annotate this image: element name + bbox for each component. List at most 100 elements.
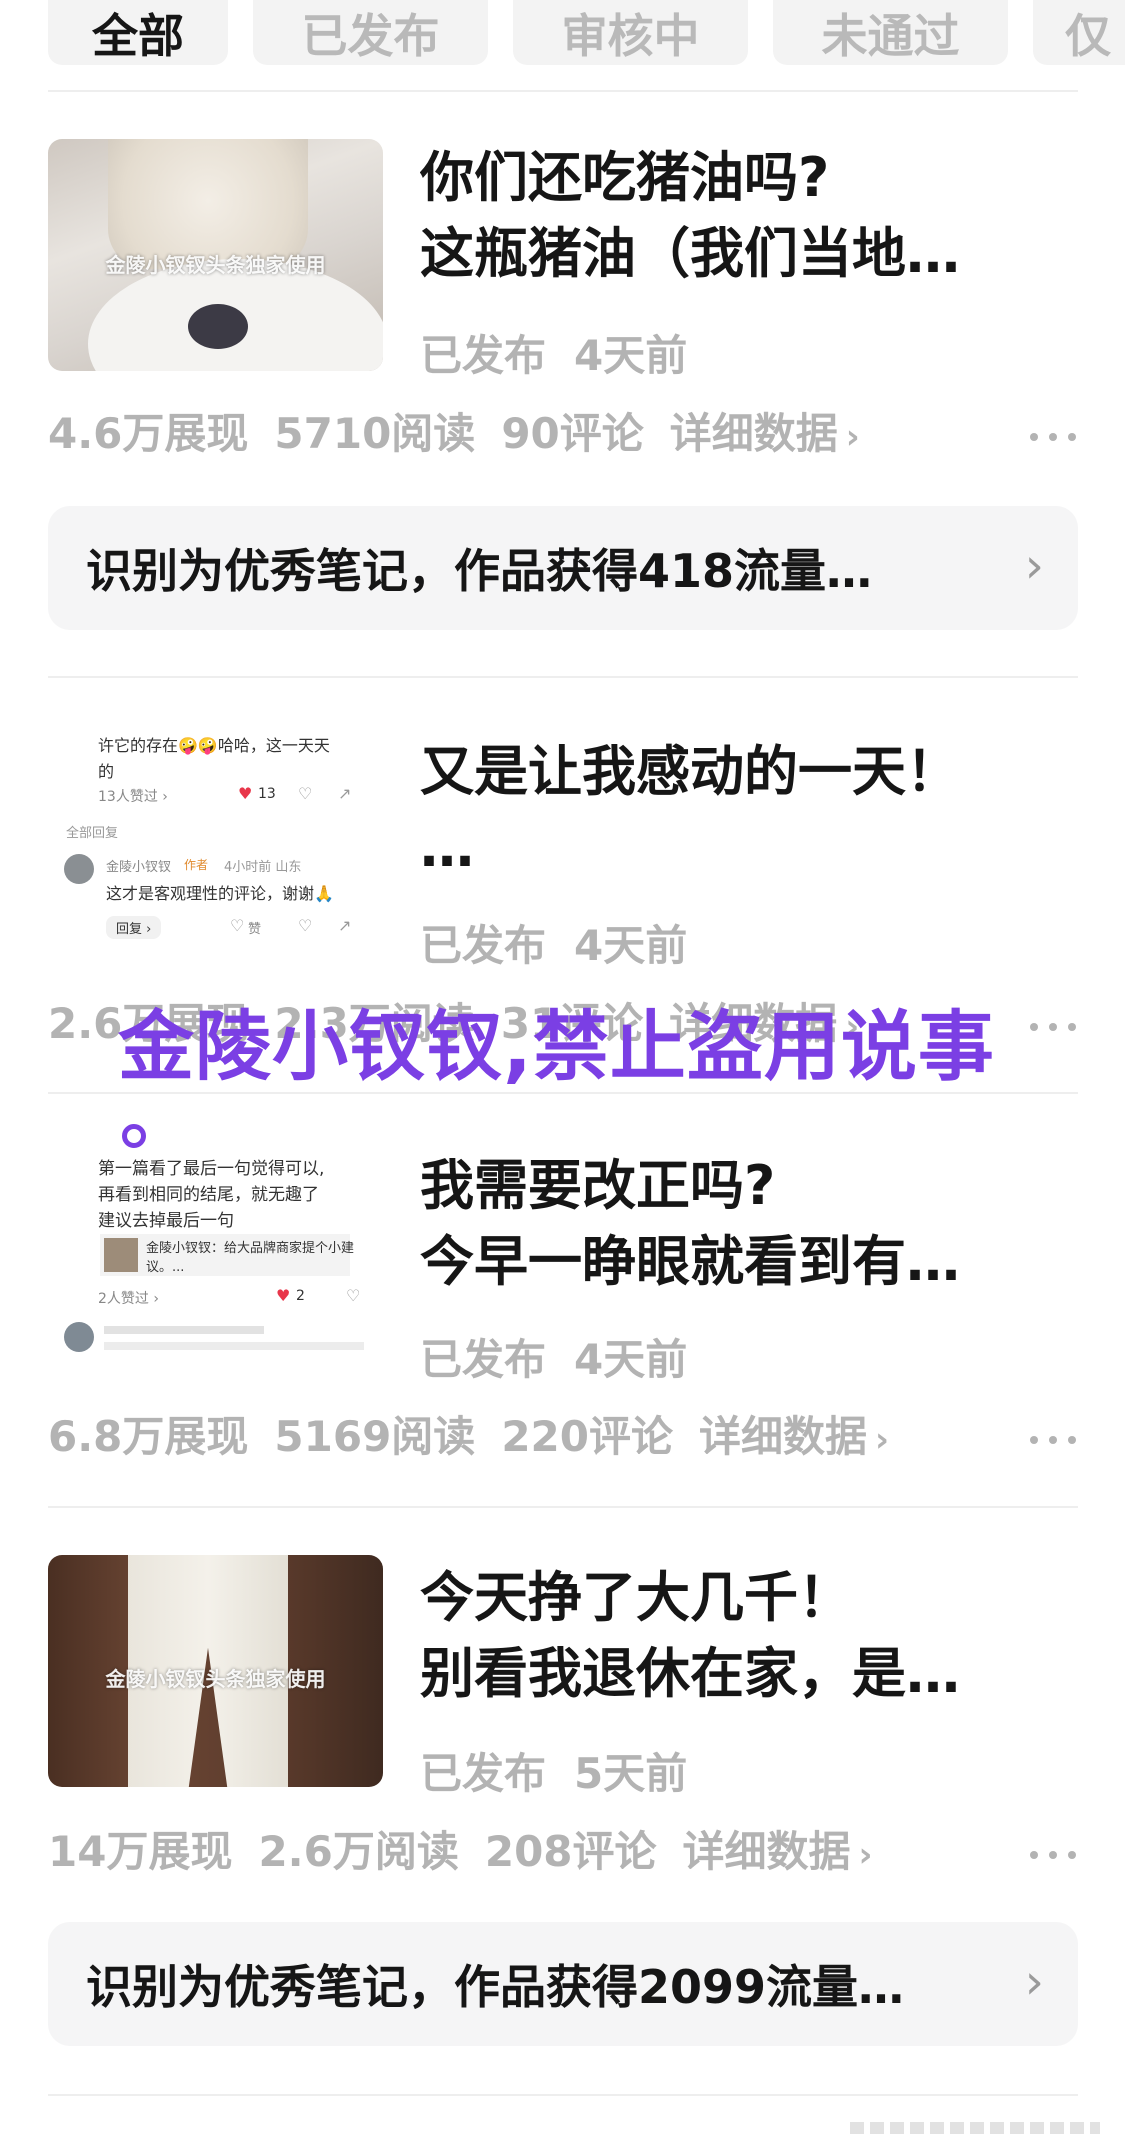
notice-text: 识别为优秀笔记，作品获得418流量… <box>86 544 873 598</box>
post-title[interactable]: 我需要改正吗? <box>420 1148 1070 1224</box>
thumb-reply: 这才是客观理性的评论，谢谢🙏 <box>106 884 334 903</box>
status-label: 已发布 <box>420 1335 547 1384</box>
quoted-text: 议。... <box>146 1260 185 1275</box>
chevron-right-icon: › <box>845 417 860 457</box>
post-thumbnail[interactable]: 第一篇看了最后一句觉得可以, 再看到相同的结尾，就无趣了 建议去掉最后一句 金陵… <box>48 1120 383 1352</box>
like-icon: ♡ <box>230 916 245 935</box>
detail-data-link[interactable]: 详细数据 <box>699 1412 867 1461</box>
tab-reviewing[interactable]: 审核中 <box>513 0 748 65</box>
thumb-meta: 4小时前 山东 <box>224 860 302 875</box>
post-stats: 6.8万展现 5169阅读 220评论 详细数据 › <box>48 1403 915 1464</box>
quoted-thumbnail <box>104 1238 138 1272</box>
thumb-comment-text: 建议去掉最后一句 <box>98 1211 234 1231</box>
more-icon[interactable] <box>1030 1433 1078 1447</box>
spoon-image <box>188 304 248 349</box>
tab-only[interactable]: 仅 <box>1033 0 1125 65</box>
comments: 208评论 <box>484 1827 657 1876</box>
post-thumbnail[interactable]: 金陵小钗钗头条独家使用 <box>48 139 383 371</box>
status-label: 已发布 <box>420 921 547 970</box>
status-label: 已发布 <box>420 1749 547 1798</box>
post-stats: 14万展现 2.6万阅读 208评论 详细数据 › <box>48 1818 899 1879</box>
thumb-likes: 13人赞过 › <box>98 789 168 805</box>
post-title[interactable]: 今天挣了大几千！ <box>420 1560 1070 1636</box>
dislike-icon: ♡ <box>346 1286 361 1305</box>
chevron-right-icon: › <box>858 1835 873 1875</box>
more-icon[interactable] <box>1030 1020 1078 1034</box>
chevron-right-icon: › <box>1024 1954 1044 2010</box>
post-title-line2[interactable]: 今早一睁眼就看到有… <box>420 1224 1070 1300</box>
dislike-icon: ♡ <box>298 784 313 803</box>
excellent-note-banner[interactable]: 识别为优秀笔记，作品获得418流量… › <box>48 506 1078 630</box>
post-time: 4天前 <box>574 331 688 380</box>
thumb-heart-count: 2 <box>296 1288 305 1304</box>
share-icon: ↗ <box>338 916 352 935</box>
divider <box>48 1506 1078 1508</box>
excellent-note-banner[interactable]: 识别为优秀笔记，作品获得2099流量… › <box>48 1922 1078 2046</box>
post-stats: 4.6万展现 5710阅读 90评论 详细数据 › <box>48 400 886 461</box>
more-icon[interactable] <box>1030 1848 1078 1862</box>
reads: 2.6万阅读 <box>258 1827 459 1876</box>
post-status: 已发布 5天前 <box>420 1740 687 1801</box>
thumb-likes: 2人赞过 › <box>98 1291 159 1307</box>
impressions: 4.6万展现 <box>48 409 249 458</box>
more-icon[interactable] <box>1030 430 1078 444</box>
thumb-like-label: 赞 <box>248 922 262 937</box>
thumb-comment-text: 第一篇看了最后一句觉得可以, <box>98 1159 325 1179</box>
post-status: 已发布 4天前 <box>420 322 687 383</box>
divider <box>48 1092 1078 1094</box>
impressions: 6.8万展现 <box>48 1412 249 1461</box>
blurred-text <box>104 1342 364 1350</box>
post-thumbnail[interactable]: 金陵小钗钗头条独家使用 <box>48 1555 383 1787</box>
thumbnail-watermark: 金陵小钗钗头条独家使用 <box>105 253 326 277</box>
post-thumbnail[interactable]: 许它的存在🤪🤪哈哈，这一天天 的 13人赞过 › ♥ 13 ♡ ↗ 全部回复 金… <box>48 720 383 952</box>
divider <box>48 676 1078 678</box>
detail-data-link[interactable]: 详细数据 <box>670 409 838 458</box>
thumb-heart-count: 13 <box>258 786 276 802</box>
post-title-line2[interactable]: 别看我退休在家，是… <box>420 1636 1070 1712</box>
post-title-line2[interactable]: 这瓶猪油（我们当地… <box>420 216 1070 292</box>
post-status: 已发布 4天前 <box>420 1326 687 1387</box>
post-time: 5天前 <box>574 1749 688 1798</box>
divider <box>48 90 1078 92</box>
thumbnail-watermark: 金陵小钗钗头条独家使用 <box>105 1667 326 1691</box>
thumb-all-replies: 全部回复 <box>66 826 119 841</box>
comments: 220评论 <box>501 1412 673 1461</box>
blurred-text <box>104 1326 264 1334</box>
reads: 5710阅读 <box>274 409 476 458</box>
avatar <box>64 1322 94 1352</box>
home-indicator <box>850 2122 1100 2134</box>
notice-text: 识别为优秀笔记，作品获得2099流量… <box>86 1960 905 2014</box>
heart-icon: ♥ <box>276 1286 291 1305</box>
tab-all[interactable]: 全部 <box>48 0 228 65</box>
thumb-author: 金陵小钗钗 <box>106 860 172 875</box>
post-title[interactable]: 又是让我感动的一天！ <box>420 734 1070 810</box>
thumb-comment-text: 许它的存在🤪🤪哈哈，这一天天 <box>98 736 330 755</box>
reads: 5169阅读 <box>274 1412 476 1461</box>
post-status: 已发布 4天前 <box>420 912 687 973</box>
detail-data-link[interactable]: 详细数据 <box>683 1827 851 1876</box>
ring-icon <box>122 1124 146 1148</box>
dislike-icon: ♡ <box>298 916 313 935</box>
chevron-right-icon: › <box>875 1420 890 1460</box>
impressions: 14万展现 <box>48 1827 233 1876</box>
post-time: 4天前 <box>574 1335 688 1384</box>
quoted-post: 金陵小钗钗：给大品牌商家提个小建 议。... <box>100 1234 354 1276</box>
post-title[interactable]: 你们还吃猪油吗? <box>420 140 1070 216</box>
thumb-comment-text: 再看到相同的结尾，就无趣了 <box>98 1185 319 1205</box>
post-title-line2[interactable]: … <box>420 810 1070 886</box>
post-time: 4天前 <box>574 921 688 970</box>
author-badge: 作者 <box>184 858 209 872</box>
thumb-comment-text: 的 <box>98 762 115 781</box>
tab-published[interactable]: 已发布 <box>253 0 488 65</box>
status-tabs: 全部 已发布 审核中 未通过 仅 <box>0 0 1125 92</box>
status-label: 已发布 <box>420 331 547 380</box>
chevron-right-icon: › <box>1024 538 1044 594</box>
divider <box>48 2094 1078 2096</box>
heart-icon: ♥ <box>238 784 253 803</box>
avatar <box>64 854 94 884</box>
reply-button: 回复 › <box>106 916 162 939</box>
overlay-watermark: 金陵小钗钗,禁止盗用说事 <box>118 1002 995 1091</box>
comments: 90评论 <box>501 409 644 458</box>
tab-rejected[interactable]: 未通过 <box>773 0 1008 65</box>
share-icon: ↗ <box>338 784 352 803</box>
